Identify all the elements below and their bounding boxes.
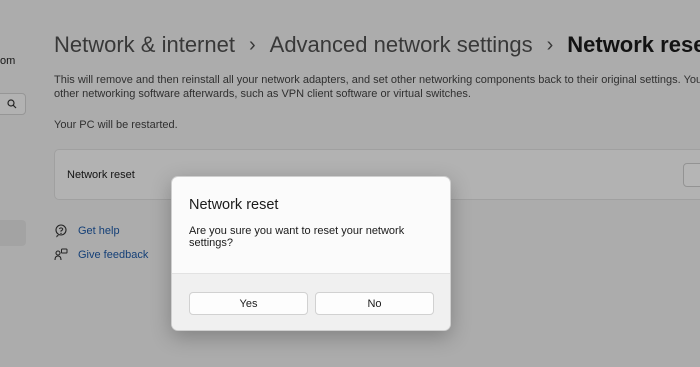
- yes-button[interactable]: Yes: [189, 292, 308, 315]
- no-button[interactable]: No: [315, 292, 434, 315]
- dialog-message: Are you sure you want to reset your netw…: [189, 225, 405, 249]
- dialog-title: Network reset: [189, 197, 279, 213]
- network-reset-dialog: Network reset Are you sure you want to r…: [171, 176, 451, 331]
- dialog-footer: Yes No: [172, 273, 450, 330]
